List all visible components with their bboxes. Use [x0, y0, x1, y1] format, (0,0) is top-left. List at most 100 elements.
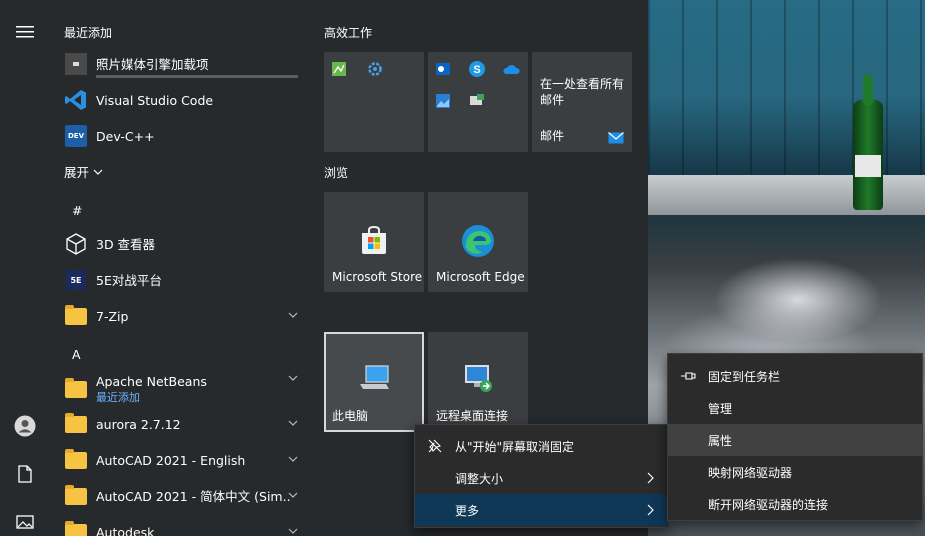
- pin-to-taskbar-item[interactable]: 固定到任务栏: [668, 360, 922, 392]
- svg-text:S: S: [473, 64, 480, 76]
- app-label: Apache NetBeans: [96, 373, 207, 389]
- app-folder-aurora[interactable]: aurora 2.7.12: [50, 406, 312, 442]
- tile-context-menu: 从"开始"屏幕取消固定 调整大小 更多: [414, 424, 669, 528]
- app-label: Autodesk: [96, 524, 155, 536]
- folder-icon: [65, 520, 87, 536]
- user-account-button[interactable]: [0, 406, 50, 446]
- chevron-down-icon: [288, 375, 298, 381]
- properties-label: 属性: [708, 433, 733, 448]
- app-folder-apache-netbeans[interactable]: Apache NetBeans 最近添加: [50, 370, 312, 408]
- remote-desktop-tile-label: 远程桌面连接: [436, 409, 509, 423]
- outlook-icon: [434, 60, 452, 78]
- map-drive-label: 映射网络驱动器: [708, 465, 793, 480]
- skype-icon: S: [468, 60, 486, 78]
- hamburger-icon: [16, 26, 34, 38]
- onedrive-icon: [502, 60, 520, 78]
- picture-app-icon: [330, 60, 348, 78]
- unpin-label: 从"开始"屏幕取消固定: [455, 439, 575, 454]
- more-submenu: 固定到任务栏 管理 属性 映射网络驱动器 断开网络驱动器的连接: [667, 353, 923, 521]
- expand-recent-button[interactable]: 展开: [50, 154, 312, 190]
- recently-added-badge: 最近添加: [96, 390, 140, 404]
- computer-icon: [360, 365, 389, 389]
- folder-icon: [65, 412, 87, 433]
- user-avatar-icon: [14, 415, 36, 437]
- more-label: 更多: [455, 503, 480, 518]
- chevron-right-icon: [647, 504, 654, 516]
- 5e-logo-icon: 5E: [66, 270, 86, 290]
- wallpaper-window: [648, 0, 925, 175]
- app-label: Dev-C++: [96, 128, 155, 144]
- this-pc-tile-label: 此电脑: [332, 409, 369, 423]
- install-progress-bar: [96, 75, 298, 78]
- app-label: 照片媒体引擎加载项: [96, 56, 209, 72]
- folder-icon: [65, 484, 87, 505]
- edge-tile-label: Microsoft Edge: [436, 270, 525, 284]
- envelope-icon: [608, 132, 624, 144]
- pin-icon: [681, 372, 696, 380]
- remote-tool-icon: [468, 92, 486, 110]
- vscode-icon: [65, 90, 86, 110]
- tile-folder-communication[interactable]: S: [428, 52, 528, 152]
- app-item-vscode[interactable]: Visual Studio Code: [50, 82, 312, 118]
- store-icon: [362, 225, 386, 254]
- app-label: AutoCAD 2021 - English: [96, 452, 246, 468]
- hamburger-menu-button[interactable]: [0, 12, 50, 52]
- tile-group-browse[interactable]: 浏览: [324, 164, 348, 181]
- chevron-right-icon: [647, 472, 654, 484]
- tile-mail[interactable]: 在一处查看所有邮件 邮件: [532, 52, 632, 152]
- folder-icon: [65, 377, 87, 398]
- tile-group-productivity[interactable]: 高效工作: [324, 24, 372, 41]
- edge-icon: [462, 225, 494, 257]
- mail-tile-label: 邮件: [540, 129, 565, 143]
- chevron-down-icon: [288, 492, 298, 498]
- app-label: aurora 2.7.12: [96, 416, 181, 432]
- letter-label: #: [72, 202, 83, 218]
- tile-this-pc[interactable]: 此电脑: [324, 332, 424, 432]
- app-item-5e-platform[interactable]: 5E 5E对战平台: [50, 262, 312, 298]
- app-item-3d-viewer[interactable]: 3D 查看器: [50, 226, 312, 262]
- media-engine-icon: [65, 53, 87, 75]
- letter-label: A: [72, 346, 81, 362]
- photos-icon: [434, 92, 452, 110]
- chevron-down-icon: [93, 169, 103, 175]
- gear-app-icon: [366, 60, 384, 78]
- app-folder-autodesk[interactable]: Autodesk: [50, 514, 312, 536]
- unpin-from-start-item[interactable]: 从"开始"屏幕取消固定: [415, 430, 668, 462]
- documents-button[interactable]: [0, 454, 50, 494]
- mail-tile-text: 在一处查看所有邮件: [540, 77, 625, 107]
- tile-remote-desktop[interactable]: 远程桌面连接: [428, 332, 528, 432]
- tile-microsoft-store[interactable]: Microsoft Store: [324, 192, 424, 292]
- devcpp-icon: DEV: [65, 125, 87, 147]
- resize-item[interactable]: 调整大小: [415, 462, 668, 494]
- app-label: AutoCAD 2021 - 简体中文 (Sim...: [96, 488, 291, 504]
- chevron-down-icon: [288, 312, 298, 318]
- app-folder-autocad-english[interactable]: AutoCAD 2021 - English: [50, 442, 312, 478]
- letter-header-a[interactable]: A: [50, 336, 312, 372]
- app-item-devcpp[interactable]: DEV Dev-C++: [50, 118, 312, 154]
- more-item[interactable]: 更多: [415, 494, 668, 526]
- map-network-drive-item[interactable]: 映射网络驱动器: [668, 456, 922, 488]
- store-tile-label: Microsoft Store: [332, 270, 423, 284]
- properties-item[interactable]: 属性: [668, 424, 922, 456]
- chevron-down-icon: [288, 528, 298, 534]
- folder-icon: [65, 304, 87, 325]
- picture-icon: [16, 515, 34, 529]
- pictures-button[interactable]: [0, 502, 50, 536]
- remote-desktop-icon: [465, 365, 492, 392]
- unpin-icon: [428, 439, 442, 453]
- letter-header-hash[interactable]: #: [50, 192, 312, 228]
- chevron-down-icon: [288, 420, 298, 426]
- start-rail: [0, 0, 50, 536]
- 3d-cube-icon: [66, 233, 86, 255]
- app-label: 5E对战平台: [96, 272, 162, 288]
- tile-microsoft-edge[interactable]: Microsoft Edge: [428, 192, 528, 292]
- manage-item[interactable]: 管理: [668, 392, 922, 424]
- app-label: 3D 查看器: [96, 236, 156, 252]
- disconnect-network-drive-item[interactable]: 断开网络驱动器的连接: [668, 488, 922, 520]
- tile-folder-office-tools[interactable]: [324, 52, 424, 152]
- recent-header: 最近添加: [64, 26, 113, 40]
- app-folder-7zip[interactable]: 7-Zip: [50, 298, 312, 334]
- app-label: Visual Studio Code: [96, 92, 214, 108]
- manage-label: 管理: [708, 401, 733, 416]
- app-folder-autocad-chinese[interactable]: AutoCAD 2021 - 简体中文 (Sim...: [50, 478, 312, 514]
